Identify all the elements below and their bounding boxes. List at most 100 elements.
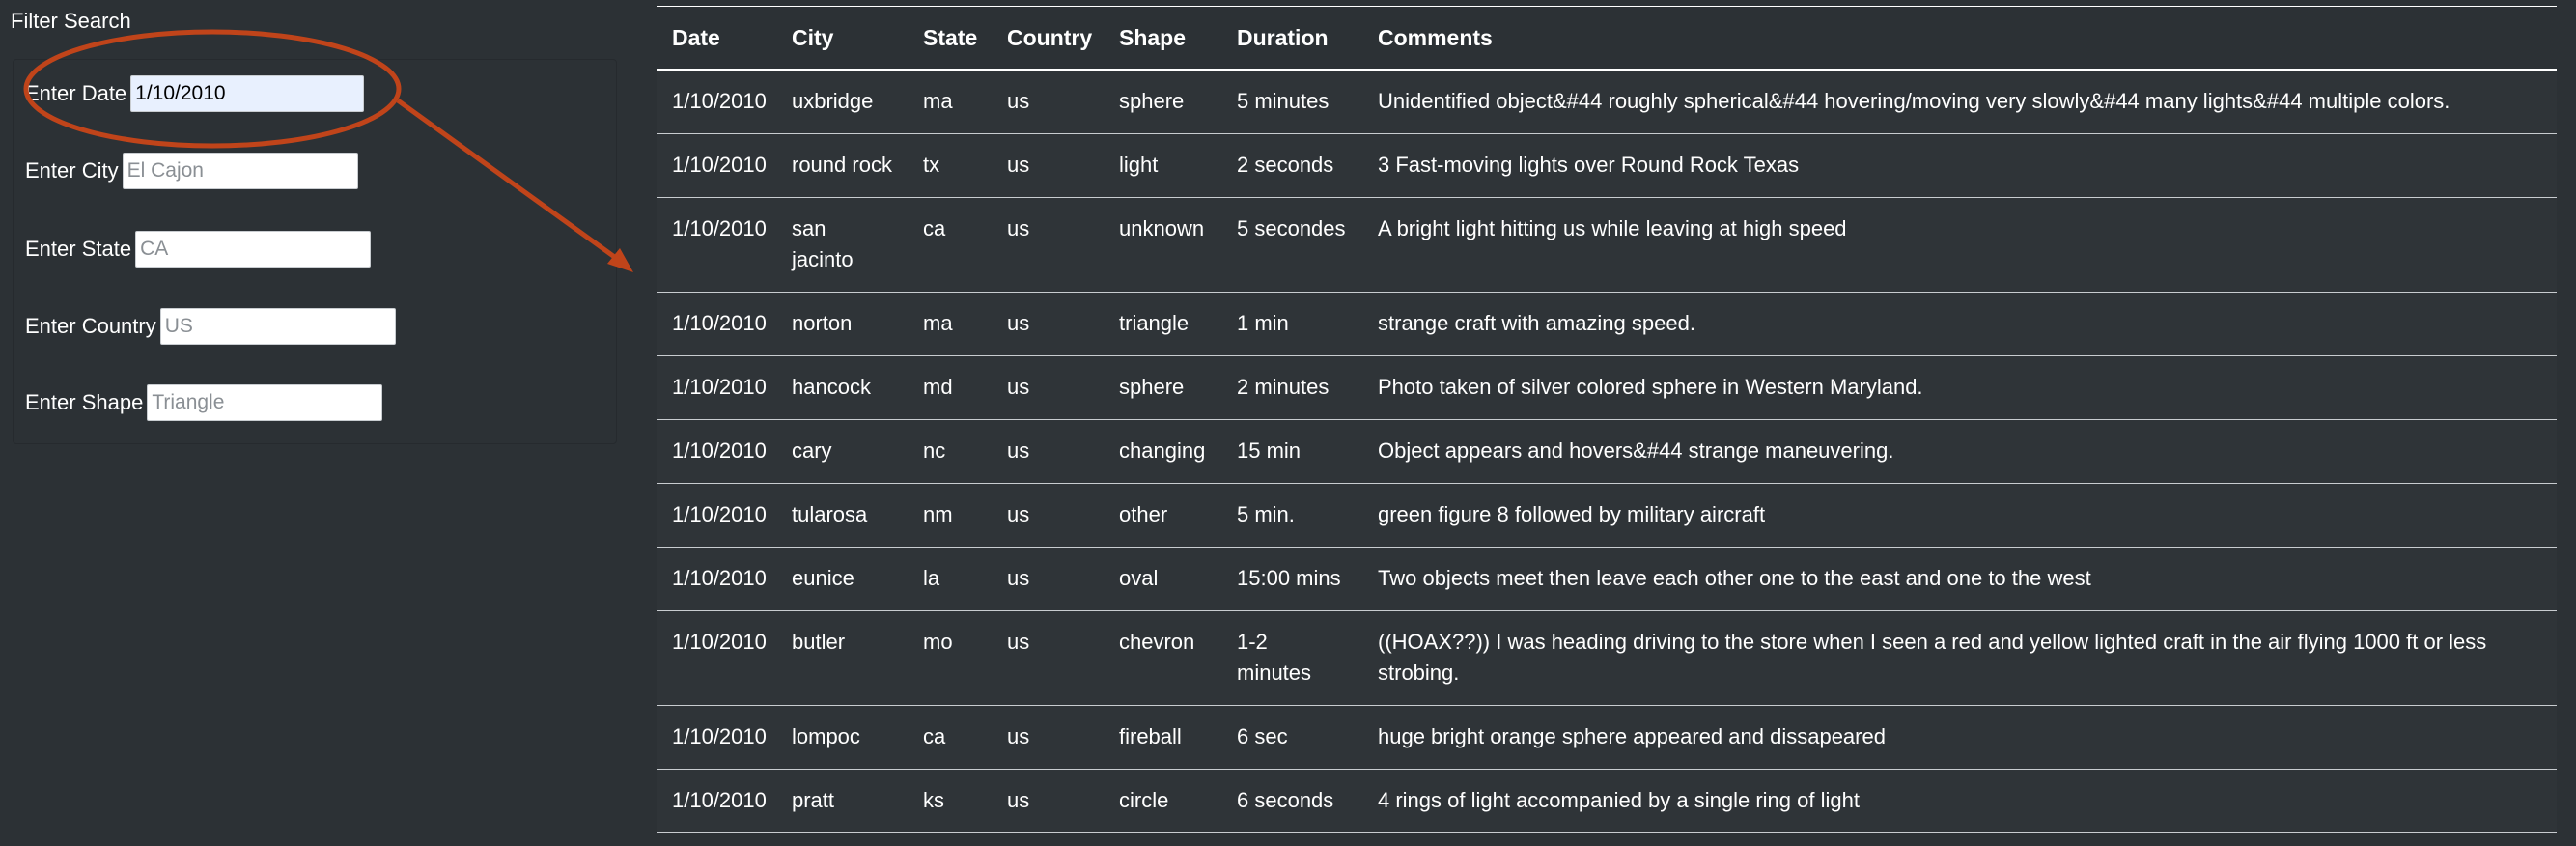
header-duration[interactable]: Duration: [1221, 6, 1362, 70]
cell-state: ks: [908, 769, 992, 833]
cell-state: md: [908, 355, 992, 420]
state-input[interactable]: [135, 231, 372, 268]
cell-duration: 5 min.: [1221, 483, 1362, 548]
cell-city: round rock: [776, 133, 908, 198]
filter-search-title: Filter Search: [11, 9, 131, 33]
header-country[interactable]: Country: [992, 6, 1104, 70]
table-row: 1/10/2010 san jacinto ca us unknown 5 seconde…: [657, 197, 2557, 293]
country-label: Enter Country: [25, 314, 156, 338]
filter-row-country: Enter Country: [25, 308, 396, 345]
cell-state: mo: [908, 610, 992, 706]
cell-comments: Unidentified object&#44 roughly spherica…: [1362, 70, 2557, 134]
cell-duration: 1-2 minutes: [1221, 610, 1362, 706]
cell-country: us: [992, 197, 1104, 293]
cell-country: us: [992, 705, 1104, 770]
cell-duration: 5 secondes: [1221, 197, 1362, 293]
table-row: 1/10/2010 eunice la us oval 15:00 mins Two obj…: [657, 547, 2557, 611]
cell-country: us: [992, 419, 1104, 484]
table-row: 1/10/2010 hancock md us sphere 2 minutes Photo…: [657, 355, 2557, 420]
cell-date: 1/10/2010: [657, 292, 776, 356]
cell-comments: strange craft with amazing speed.: [1362, 292, 2557, 356]
header-state[interactable]: State: [908, 6, 992, 70]
cell-state: la: [908, 547, 992, 611]
cell-shape: chevron: [1104, 610, 1221, 706]
cell-duration: 2 minutes: [1221, 355, 1362, 420]
city-input[interactable]: [122, 153, 358, 189]
cell-duration: 15:00 mins: [1221, 547, 1362, 611]
cell-date: 1/10/2010: [657, 197, 776, 293]
cell-city: lompoc: [776, 705, 908, 770]
cell-duration: 15 min: [1221, 419, 1362, 484]
cell-duration: 6 seconds: [1221, 769, 1362, 833]
cell-shape: oval: [1104, 547, 1221, 611]
city-label: Enter City: [25, 158, 119, 183]
cell-shape: circle: [1104, 769, 1221, 833]
cell-date: 1/10/2010: [657, 483, 776, 548]
cell-country: us: [992, 610, 1104, 706]
table-row: 1/10/2010 uxbridge ma us sphere 5 minutes Unid…: [657, 70, 2557, 134]
cell-comments: green figure 8 followed by military airc…: [1362, 483, 2557, 548]
cell-date: 1/10/2010: [657, 355, 776, 420]
cell-city: pratt: [776, 769, 908, 833]
cell-duration: 5 minutes: [1221, 70, 1362, 134]
header-shape[interactable]: Shape: [1104, 6, 1221, 70]
state-label: Enter State: [25, 237, 132, 261]
cell-country: us: [992, 133, 1104, 198]
cell-date: 1/10/2010: [657, 133, 776, 198]
cell-shape: sphere: [1104, 70, 1221, 134]
cell-date: 1/10/2010: [657, 70, 776, 134]
cell-shape: changing: [1104, 419, 1221, 484]
cell-comments: 3 Fast-moving lights over Round Rock Tex…: [1362, 133, 2557, 198]
header-date[interactable]: Date: [657, 6, 776, 70]
cell-shape: triangle: [1104, 292, 1221, 356]
table-header-row: Date City State Country Shape Duration C…: [657, 6, 2557, 70]
cell-country: us: [992, 70, 1104, 134]
ufo-table-container: Date City State Country Shape Duration C…: [657, 6, 2557, 833]
header-city[interactable]: City: [776, 6, 908, 70]
cell-state: ca: [908, 705, 992, 770]
cell-state: nm: [908, 483, 992, 548]
cell-comments: ((HOAX??)) I was heading driving to the …: [1362, 610, 2557, 706]
cell-shape: unknown: [1104, 197, 1221, 293]
cell-duration: 6 sec: [1221, 705, 1362, 770]
cell-date: 1/10/2010: [657, 769, 776, 833]
cell-shape: sphere: [1104, 355, 1221, 420]
ufo-sightings-table: Date City State Country Shape Duration C…: [657, 6, 2557, 833]
cell-date: 1/10/2010: [657, 419, 776, 484]
cell-state: ma: [908, 292, 992, 356]
filter-row-state: Enter State: [25, 231, 372, 268]
cell-state: ma: [908, 70, 992, 134]
cell-comments: 4 rings of light accompanied by a single…: [1362, 769, 2557, 833]
cell-comments: A bright light hitting us while leaving …: [1362, 197, 2557, 293]
cell-country: us: [992, 483, 1104, 548]
cell-comments: huge bright orange sphere appeared and d…: [1362, 705, 2557, 770]
filter-row-shape: Enter Shape: [25, 384, 383, 421]
table-row: 1/10/2010 lompoc ca us fireball 6 sec huge bri…: [657, 705, 2557, 770]
cell-city: norton: [776, 292, 908, 356]
shape-input[interactable]: [147, 384, 383, 421]
table-body: 1/10/2010 uxbridge ma us sphere 5 minutes Unid…: [657, 70, 2557, 833]
filter-row-city: Enter City: [25, 153, 358, 189]
cell-city: cary: [776, 419, 908, 484]
table-row: 1/10/2010 tularosa nm us other 5 min. green fi…: [657, 483, 2557, 548]
table-row: 1/10/2010 butler mo us chevron 1-2 minutes ((H…: [657, 610, 2557, 706]
cell-country: us: [992, 547, 1104, 611]
filter-row-date: Enter Date: [25, 75, 365, 112]
country-input[interactable]: [159, 308, 396, 345]
cell-comments: Photo taken of silver colored sphere in …: [1362, 355, 2557, 420]
cell-comments: Object appears and hovers&#44 strange ma…: [1362, 419, 2557, 484]
cell-city: san jacinto: [776, 197, 908, 293]
cell-city: eunice: [776, 547, 908, 611]
cell-city: tularosa: [776, 483, 908, 548]
cell-country: us: [992, 292, 1104, 356]
cell-date: 1/10/2010: [657, 610, 776, 706]
table-row: 1/10/2010 pratt ks us circle 6 seconds 4 rings…: [657, 769, 2557, 833]
cell-shape: fireball: [1104, 705, 1221, 770]
header-comments[interactable]: Comments: [1362, 6, 2557, 70]
cell-date: 1/10/2010: [657, 547, 776, 611]
date-input[interactable]: [130, 75, 365, 112]
cell-state: tx: [908, 133, 992, 198]
cell-state: ca: [908, 197, 992, 293]
cell-comments: Two objects meet then leave each other o…: [1362, 547, 2557, 611]
cell-state: nc: [908, 419, 992, 484]
